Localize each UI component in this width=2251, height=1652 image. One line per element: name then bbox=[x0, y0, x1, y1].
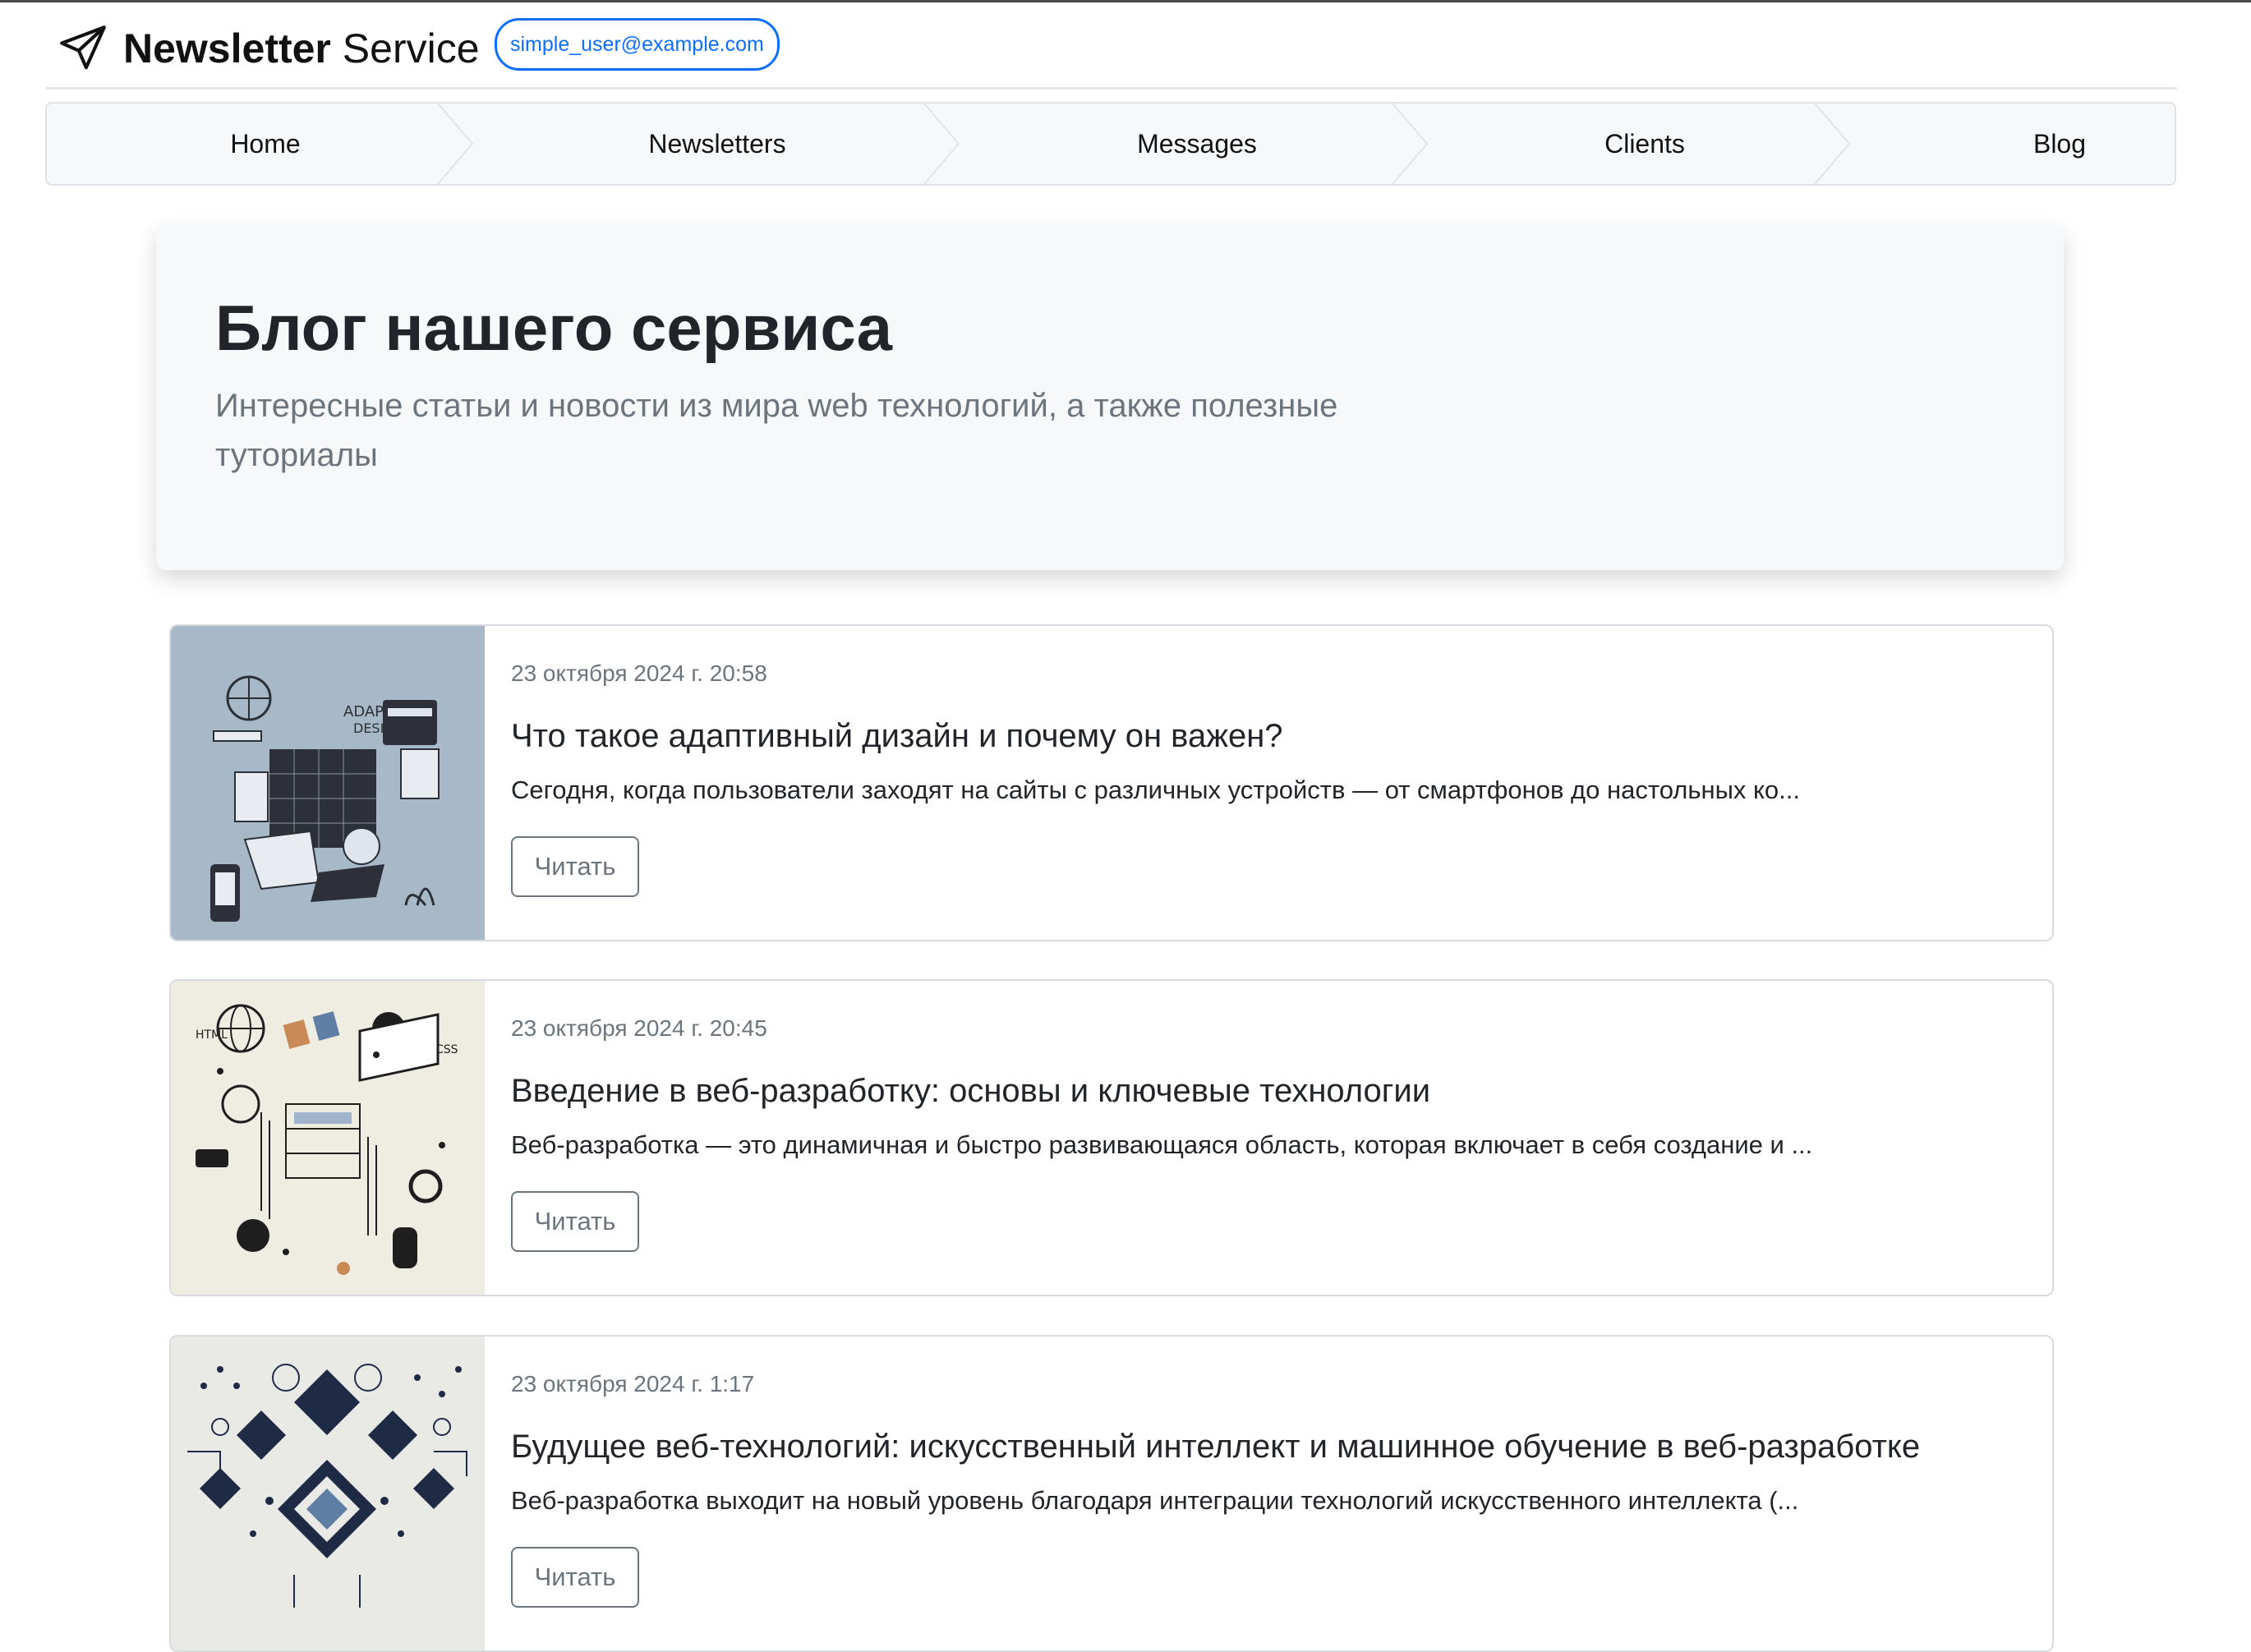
blog-post-card: ADAPTIVE DESIGN 23 октября 2024 г. 20:58… bbox=[169, 624, 2054, 941]
post-excerpt: Веб-разработка — это динамичная и быстро… bbox=[511, 1130, 1813, 1159]
post-excerpt: Сегодня, когда пользователи заходят на с… bbox=[511, 775, 1801, 804]
post-body: 23 октября 2024 г. 20:58 Что такое адапт… bbox=[511, 626, 2036, 940]
brand-title-bold: Newsletter bbox=[123, 25, 331, 71]
page-subtitle: Интересные статьи и новости из мира web … bbox=[215, 388, 1338, 473]
post-thumbnail-adaptive-design: ADAPTIVE DESIGN bbox=[171, 626, 485, 940]
post-body: 23 октября 2024 г. 20:45 Введение в веб-… bbox=[511, 981, 2036, 1295]
nav-item-newsletters[interactable]: Newsletters bbox=[484, 104, 951, 184]
post-body: 23 октября 2024 г. 1:17 Будущее веб-техн… bbox=[511, 1337, 2036, 1650]
paper-plane-icon bbox=[60, 25, 106, 70]
nav-item-home[interactable]: Home bbox=[47, 104, 484, 184]
brand-title-rest: Service bbox=[330, 25, 480, 71]
read-button[interactable]: Читать bbox=[511, 1191, 639, 1252]
blog-post-card: 23 октября 2024 г. 1:17 Будущее веб-техн… bbox=[169, 1335, 2054, 1652]
post-title[interactable]: Что такое адаптивный дизайн и почему он … bbox=[511, 718, 1283, 755]
post-thumbnail-ai-ml bbox=[171, 1337, 485, 1650]
post-thumbnail-web-development: HTML CSS bbox=[171, 981, 485, 1295]
brand[interactable]: Newsletter Service bbox=[58, 20, 480, 77]
blog-hero: Блог нашего сервиса Интересные статьи и … bbox=[156, 225, 2064, 570]
brand-title: Newsletter Service bbox=[123, 25, 480, 72]
window-top-border bbox=[0, 0, 2251, 2]
nav-separator bbox=[1392, 104, 1429, 184]
site-header: Newsletter Service simple_user@example.c… bbox=[46, 15, 2177, 90]
user-email-badge[interactable]: simple_user@example.com bbox=[495, 18, 780, 71]
post-date: 23 октября 2024 г. 20:58 bbox=[511, 660, 767, 686]
nav-item-clients[interactable]: Clients bbox=[1443, 104, 1846, 184]
post-date: 23 октября 2024 г. 1:17 bbox=[511, 1371, 755, 1397]
nav-item-blog[interactable]: Blog bbox=[1846, 104, 2175, 184]
read-button[interactable]: Читать bbox=[511, 836, 639, 897]
nav-separator bbox=[437, 104, 474, 184]
blog-post-card: HTML CSS 23 октября 2024 г. 20:45 Введен… bbox=[169, 979, 2054, 1296]
post-date: 23 октября 2024 г. 20:45 bbox=[511, 1015, 767, 1041]
nav-item-messages[interactable]: Messages bbox=[951, 104, 1443, 184]
post-title[interactable]: Введение в веб-разработку: основы и ключ… bbox=[511, 1073, 1430, 1110]
read-button[interactable]: Читать bbox=[511, 1547, 639, 1608]
page-title: Блог нашего сервиса bbox=[215, 292, 893, 364]
thumbnail-label: HTML bbox=[196, 1028, 228, 1042]
post-excerpt: Веб-разработка выходит на новый уровень … bbox=[511, 1486, 1799, 1515]
breadcrumb-nav: Home Newsletters Messages Clients Blog bbox=[45, 102, 2176, 186]
post-title[interactable]: Будущее веб-технологий: искусственный ин… bbox=[511, 1429, 1920, 1466]
